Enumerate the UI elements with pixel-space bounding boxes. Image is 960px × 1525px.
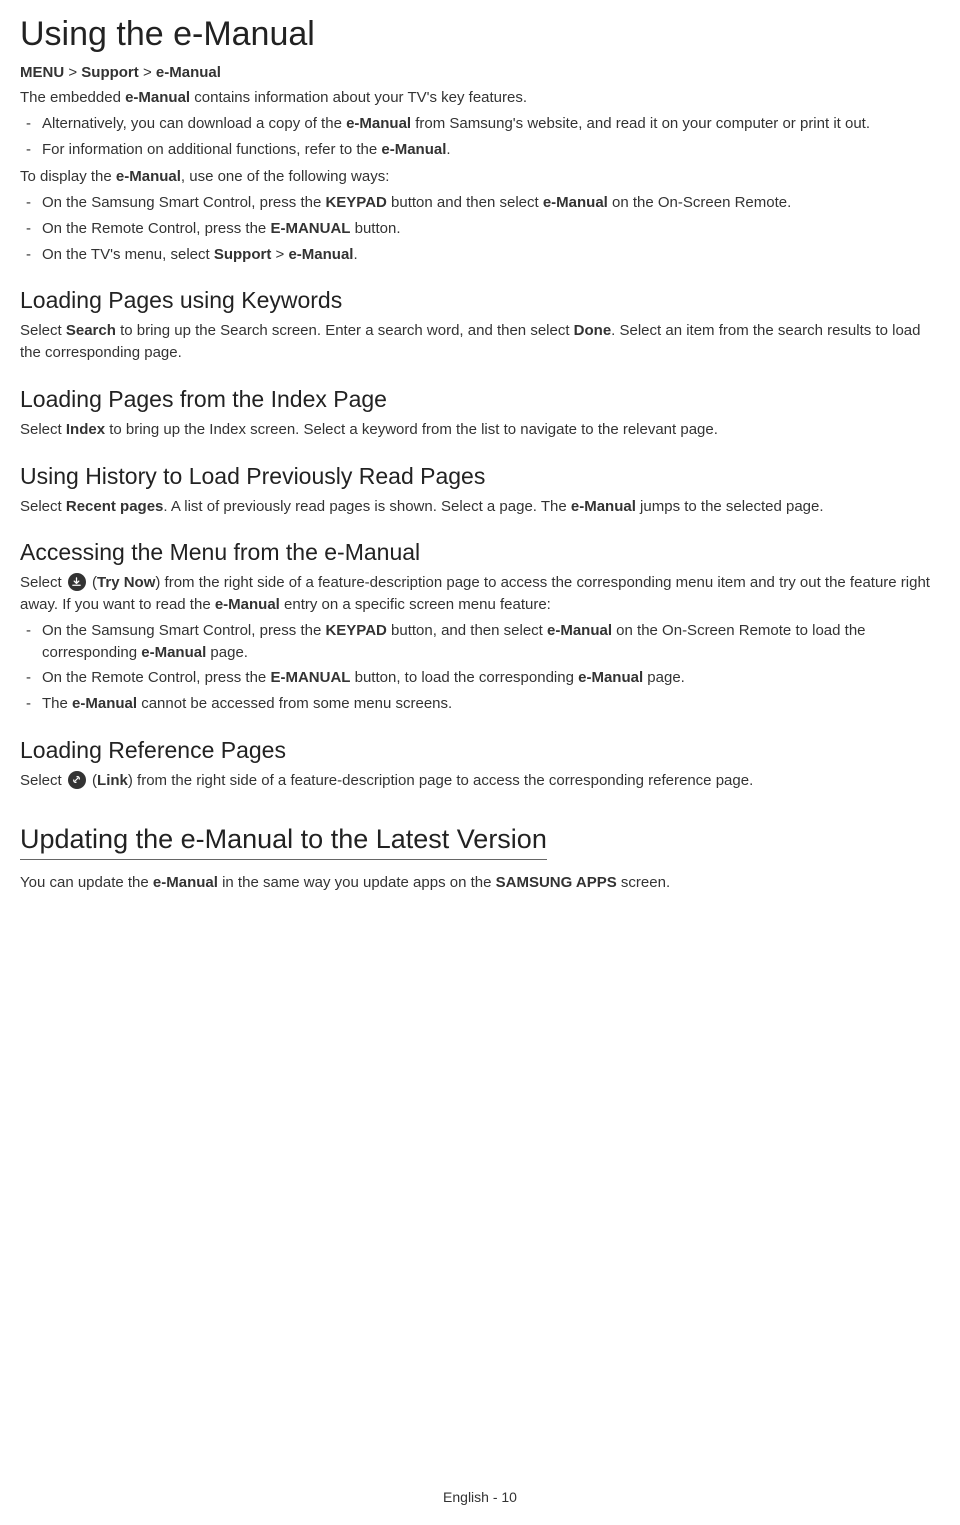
section-text: Select (Try Now) from the right side of … (20, 572, 940, 616)
section-heading-index: Loading Pages from the Index Page (20, 386, 940, 413)
try-now-icon (68, 573, 86, 591)
breadcrumb: MENU > Support > e-Manual (20, 64, 940, 81)
list-item: On the Remote Control, press the E-MANUA… (20, 667, 940, 689)
list-item: The e-Manual cannot be accessed from som… (20, 693, 940, 715)
section-heading-reference: Loading Reference Pages (20, 737, 940, 764)
list-item: On the Remote Control, press the E-MANUA… (20, 218, 940, 240)
intro-text: The embedded e-Manual contains informati… (20, 87, 940, 109)
list-item: For information on additional functions,… (20, 139, 940, 161)
section-text: Select Index to bring up the Index scree… (20, 419, 940, 441)
intro-text-2: To display the e-Manual, use one of the … (20, 166, 940, 188)
section-text: Select Search to bring up the Search scr… (20, 320, 940, 364)
section-text: You can update the e-Manual in the same … (20, 872, 940, 894)
list-item: On the TV's menu, select Support > e-Man… (20, 244, 940, 266)
link-icon (68, 771, 86, 789)
breadcrumb-menu: MENU (20, 64, 64, 81)
list-item: On the Samsung Smart Control, press the … (20, 192, 940, 214)
section-text: Select (Link) from the right side of a f… (20, 770, 940, 792)
breadcrumb-emanual: e-Manual (156, 64, 221, 81)
section-heading-keywords: Loading Pages using Keywords (20, 287, 940, 314)
page-title: Using the e-Manual (20, 15, 940, 54)
breadcrumb-sep: > (139, 64, 156, 81)
breadcrumb-support: Support (81, 64, 139, 81)
section-heading-accessing-menu: Accessing the Menu from the e-Manual (20, 539, 940, 566)
page-footer: English - 10 (0, 1489, 960, 1505)
intro-list-1: Alternatively, you can download a copy o… (20, 113, 940, 161)
breadcrumb-sep: > (64, 64, 81, 81)
sec4-list: On the Samsung Smart Control, press the … (20, 620, 940, 715)
section-heading-updating: Updating the e-Manual to the Latest Vers… (20, 824, 547, 860)
section-text: Select Recent pages. A list of previousl… (20, 496, 940, 518)
section-heading-history: Using History to Load Previously Read Pa… (20, 463, 940, 490)
intro-list-2: On the Samsung Smart Control, press the … (20, 192, 940, 265)
list-item: Alternatively, you can download a copy o… (20, 113, 940, 135)
list-item: On the Samsung Smart Control, press the … (20, 620, 940, 664)
